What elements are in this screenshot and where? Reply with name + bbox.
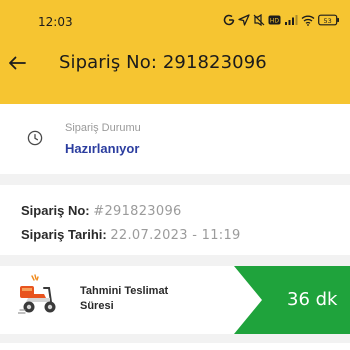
order-date-value: 22.07.2023 - 11:19 [110,228,241,243]
location-icon [238,14,250,26]
battery-level: 53 [324,17,332,25]
volte-icon: HD [268,14,281,26]
delivery-estimate-label: Tahmini Teslimat Süresi [80,285,169,312]
google-icon [223,14,235,26]
order-number-row: Sipariş No: #291823096 [21,203,182,219]
wifi-icon [301,14,315,26]
clock-icon [27,130,43,146]
order-info-card [0,185,350,255]
page-title: Sipariş No: 291823096 [59,52,267,73]
next-card [0,343,350,350]
order-status-value: Hazırlanıyor [65,141,140,156]
signal-icon [284,14,298,26]
status-bar: 12:03 HD 53 [0,0,350,40]
status-time: 12:03 [38,15,73,29]
order-status-card [0,104,350,174]
scooter-icon [17,274,60,318]
status-icons: HD 53 [223,11,340,29]
delivery-time-value: 36 dk [287,289,338,310]
order-date-label: Sipariş Tarihi: [21,227,107,242]
mute-icon [253,14,265,26]
svg-text:HD: HD [270,18,280,25]
order-number-label: Sipariş No: [21,203,90,218]
battery-icon: 53 [318,14,340,26]
back-arrow-icon [9,56,26,70]
header-bar: 12:03 HD 53 Sipariş No: 291823096 [0,0,350,104]
order-date-row: Sipariş Tarihi: 22.07.2023 - 11:19 [21,227,241,243]
back-button[interactable] [6,52,28,74]
order-status-label: Sipariş Durumu [65,122,141,134]
order-number-value: #291823096 [93,204,182,219]
